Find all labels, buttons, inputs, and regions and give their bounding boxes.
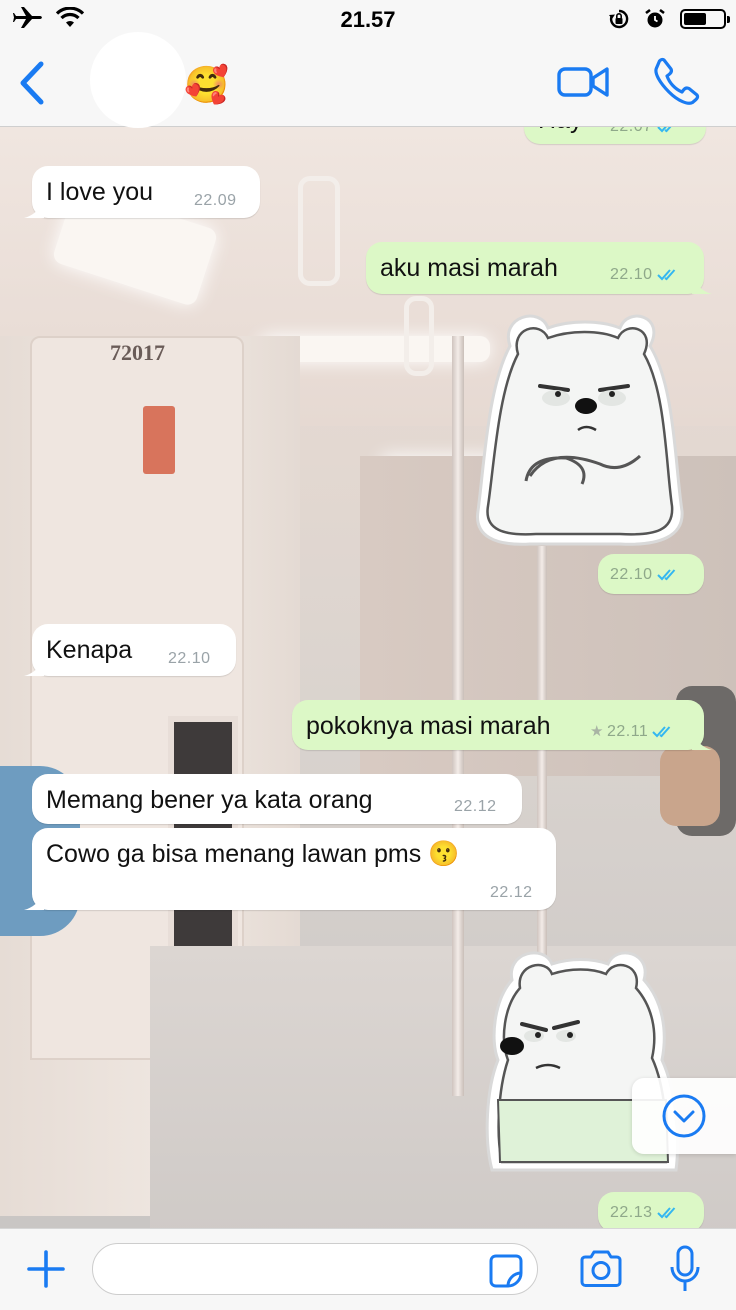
message-time-text: 22.10 bbox=[610, 566, 653, 583]
message-time-text: 22.11 bbox=[606, 723, 649, 740]
bubble-tail bbox=[692, 732, 712, 750]
chevron-down-circle-icon bbox=[662, 1094, 706, 1138]
sticker-grumpy-bear[interactable] bbox=[470, 306, 690, 550]
message-text: pokoknya masi marah bbox=[306, 712, 551, 740]
scroll-to-bottom-button[interactable] bbox=[632, 1078, 736, 1154]
sticker-icon[interactable] bbox=[488, 1253, 524, 1289]
double-check-icon bbox=[656, 1207, 675, 1219]
message-bubble-incoming[interactable]: I love you 22.09 bbox=[24, 166, 260, 218]
star-icon: ★ bbox=[590, 723, 604, 740]
message-text: aku masi marah bbox=[380, 254, 558, 282]
message-time-text: 22.13 bbox=[610, 1204, 653, 1221]
wallpaper-handle bbox=[404, 296, 434, 376]
message-time: 22.09 bbox=[194, 192, 237, 209]
sticker-time-badge: 22.13 bbox=[598, 1192, 704, 1232]
wallpaper-train-number: 72017 bbox=[110, 340, 165, 365]
double-check-icon bbox=[652, 726, 671, 738]
bubble-tail bbox=[24, 892, 44, 910]
message-text: Cowo ga bisa menang lawan pms 😗 bbox=[46, 840, 460, 868]
bubble-tail bbox=[24, 658, 44, 676]
composer-bar bbox=[0, 1228, 736, 1310]
message-time: 22.12 bbox=[454, 798, 497, 815]
message-time: 22.10 bbox=[168, 650, 211, 667]
status-right bbox=[608, 8, 730, 30]
microphone-button[interactable] bbox=[668, 1245, 702, 1295]
message-time: 22.13 bbox=[610, 1204, 679, 1222]
contact-name[interactable]: 🥰 bbox=[184, 64, 229, 106]
orientation-lock-icon bbox=[609, 9, 629, 29]
wallpaper-extinguisher-sign bbox=[143, 406, 175, 474]
alarm-clock-icon bbox=[645, 8, 665, 28]
battery-icon bbox=[680, 9, 730, 29]
message-text: Memang bener ya kata orang bbox=[46, 786, 373, 814]
double-check-icon bbox=[656, 569, 675, 581]
sticker-time-badge: 22.10 bbox=[598, 554, 704, 594]
double-check-icon bbox=[656, 269, 675, 281]
message-bubble-outgoing[interactable]: aku masi marah 22.10 bbox=[366, 242, 712, 294]
message-text: Kenapa bbox=[46, 636, 133, 664]
voice-call-button[interactable] bbox=[652, 56, 700, 106]
message-time: 22.10 bbox=[610, 566, 679, 584]
message-bubble-outgoing[interactable]: pokoknya masi marah ★ 22.11 bbox=[292, 700, 712, 750]
contact-avatar[interactable] bbox=[90, 32, 186, 128]
message-bubble-incoming[interactable]: Kenapa 22.10 bbox=[24, 624, 236, 676]
message-time: ★ 22.11 bbox=[590, 722, 674, 741]
chat-header: 🥰 bbox=[0, 32, 736, 128]
attach-plus-button[interactable] bbox=[26, 1249, 66, 1289]
message-time: 22.12 bbox=[490, 884, 533, 901]
message-bubble-incoming[interactable]: Cowo ga bisa menang lawan pms 😗 22.12 bbox=[24, 828, 556, 910]
message-text: I love you bbox=[46, 178, 154, 206]
message-time-text: 22.10 bbox=[610, 266, 653, 283]
back-button[interactable] bbox=[14, 60, 50, 106]
camera-button[interactable] bbox=[578, 1249, 624, 1289]
status-bar: 21.57 bbox=[0, 0, 736, 40]
video-call-button[interactable] bbox=[556, 62, 612, 102]
message-input[interactable] bbox=[92, 1243, 538, 1295]
message-time: 22.10 bbox=[610, 266, 679, 284]
wallpaper-passenger bbox=[660, 746, 720, 826]
message-bubble-incoming[interactable]: Memang bener ya kata orang 22.12 bbox=[32, 774, 522, 824]
bubble-tail bbox=[692, 276, 712, 294]
bubble-tail bbox=[24, 200, 44, 218]
wallpaper-handle bbox=[298, 176, 340, 286]
